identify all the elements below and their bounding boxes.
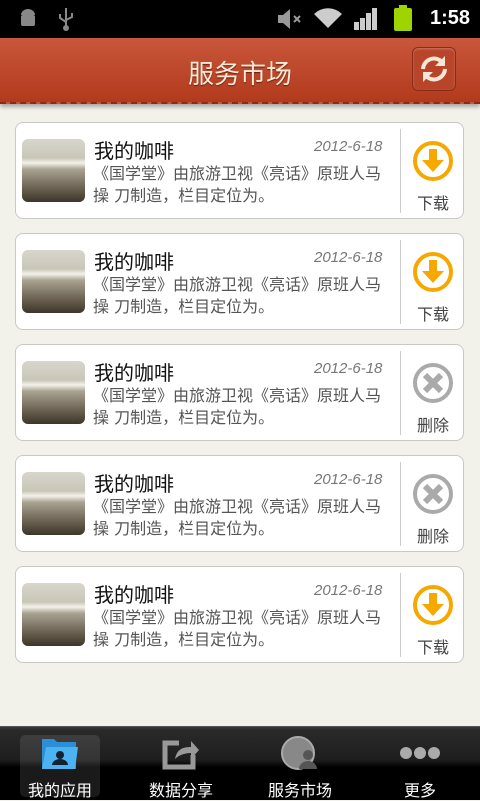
app-name: 我的咖啡 <box>94 250 174 274</box>
app-description: 《国学堂》由旅游卫视《亮话》原班人马 操 刀制造，栏目定位为。 <box>93 275 382 316</box>
divider <box>400 573 401 657</box>
share-icon <box>162 740 199 770</box>
list-item[interactable]: 我的咖啡 2012-6-18 《国学堂》由旅游卫视《亮话》原班人马 操 刀制造，… <box>15 344 464 441</box>
app-date: 2012-6-18 <box>314 582 383 599</box>
app-description: 《国学堂》由旅游卫视《亮话》原班人马 操 刀制造，栏目定位为。 <box>93 497 382 538</box>
tab-label: 更多 <box>403 781 436 800</box>
signal-icon <box>354 8 377 30</box>
delete-icon <box>413 474 453 514</box>
divider <box>400 240 401 324</box>
tab-label: 服务市场 <box>267 781 332 800</box>
clock: 1:58 <box>429 7 470 29</box>
app-thumbnail <box>22 361 85 424</box>
app-thumbnail <box>22 139 85 202</box>
tab-data-share[interactable]: 数据分享 <box>141 735 221 800</box>
tab-my-apps[interactable]: 我的应用 <box>20 735 100 800</box>
list-item[interactable]: 我的咖啡 2012-6-18 《国学堂》由旅游卫视《亮话》原班人马 操 刀制造，… <box>15 455 464 552</box>
app-description: 《国学堂》由旅游卫视《亮话》原班人马 操 刀制造，栏目定位为。 <box>93 386 382 427</box>
refresh-icon <box>421 56 447 82</box>
app-thumbnail <box>22 250 85 313</box>
action-label: 下载 <box>416 194 449 213</box>
action-label: 删除 <box>416 416 449 435</box>
bottom-tab-bar: 我的应用 数据分享 服务市场 更多 <box>0 726 480 800</box>
download-icon <box>413 252 453 292</box>
app-date: 2012-6-18 <box>314 471 383 488</box>
delete-icon <box>413 363 453 403</box>
refresh-button[interactable] <box>412 47 456 91</box>
app-header: 服务市场 <box>0 38 480 104</box>
app-description: 《国学堂》由旅游卫视《亮话》原班人马 操 刀制造，栏目定位为。 <box>93 608 382 649</box>
tab-label: 数据分享 <box>148 781 213 800</box>
app-name: 我的咖啡 <box>94 472 174 496</box>
app-date: 2012-6-18 <box>314 360 383 377</box>
download-icon <box>413 585 453 625</box>
divider <box>400 351 401 435</box>
app-date: 2012-6-18 <box>314 249 383 266</box>
app-name: 我的咖啡 <box>94 361 174 385</box>
download-icon <box>413 141 453 181</box>
globe-user-icon <box>281 736 317 770</box>
app-thumbnail <box>22 472 85 535</box>
list-item[interactable]: 我的咖啡 2012-6-18 《国学堂》由旅游卫视《亮话》原班人马 操 刀制造，… <box>15 566 464 663</box>
app-date: 2012-6-18 <box>314 138 383 155</box>
page-title: 服务市场 <box>187 60 292 90</box>
delete-button[interactable]: 删除 <box>402 456 464 553</box>
download-button[interactable]: 下载 <box>402 567 464 664</box>
action-label: 下载 <box>416 638 449 657</box>
mute-icon <box>278 9 301 29</box>
tab-label: 我的应用 <box>27 781 92 800</box>
battery-icon <box>394 5 412 31</box>
download-button[interactable]: 下载 <box>402 234 464 331</box>
delete-button[interactable]: 删除 <box>402 345 464 442</box>
status-bar: 1:58 <box>0 0 480 38</box>
usb-icon <box>59 8 73 31</box>
divider <box>400 129 401 213</box>
app-name: 我的咖啡 <box>94 139 174 163</box>
action-label: 下载 <box>416 305 449 324</box>
app-thumbnail <box>22 583 85 646</box>
app-name: 我的咖啡 <box>94 583 174 607</box>
action-label: 删除 <box>416 527 449 546</box>
tab-service-market[interactable]: 服务市场 <box>260 735 340 800</box>
android-icon <box>21 9 35 26</box>
app-description: 《国学堂》由旅游卫视《亮话》原班人马 操 刀制造，栏目定位为。 <box>93 164 382 205</box>
download-button[interactable]: 下载 <box>402 123 464 220</box>
list-item[interactable]: 我的咖啡 2012-6-18 《国学堂》由旅游卫视《亮话》原班人马 操 刀制造，… <box>15 122 464 219</box>
list-item[interactable]: 我的咖啡 2012-6-18 《国学堂》由旅游卫视《亮话》原班人马 操 刀制造，… <box>15 233 464 330</box>
tab-more[interactable]: 更多 <box>380 735 460 800</box>
wifi-icon <box>314 8 342 28</box>
more-icon <box>400 747 440 759</box>
folder-user-icon <box>42 739 78 769</box>
divider <box>400 462 401 546</box>
